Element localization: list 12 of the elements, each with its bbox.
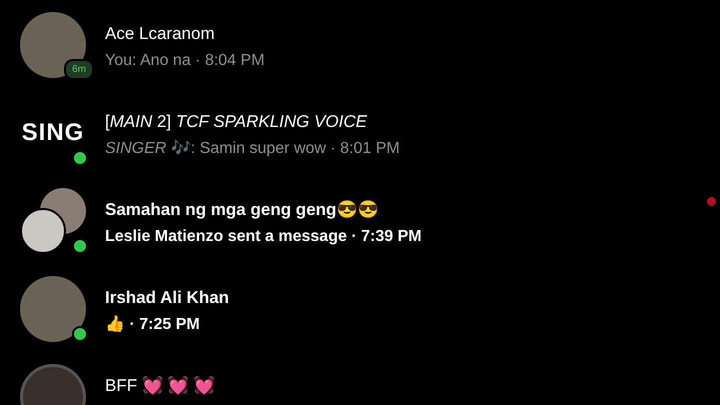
message-preview: Leslie Matienzo sent a message · 7:39 PM <box>105 227 422 247</box>
message-preview: 👍 · 7:25 PM <box>105 314 201 335</box>
active-time-badge: 6m <box>64 59 94 80</box>
notification-dot <box>707 197 716 206</box>
conversation-name[interactable]: [MAIN 2] TCF SPARKLING VOICE <box>105 110 400 134</box>
conversation-name[interactable]: Irshad Ali Khan <box>105 286 230 310</box>
group-logo: SING <box>20 118 86 148</box>
conversation-name[interactable]: Samahan ng mga geng geng😎😎 <box>105 198 422 222</box>
conversation-name[interactable]: Ace Lcaranom <box>105 22 265 46</box>
message-preview: You: Ano na · 8:04 PM <box>105 51 265 71</box>
message-preview: SINGER 🎶: Samin super wow · 8:01 PM <box>105 138 400 159</box>
conversation-name[interactable]: BFF 💓 💓 💓 <box>105 374 214 398</box>
